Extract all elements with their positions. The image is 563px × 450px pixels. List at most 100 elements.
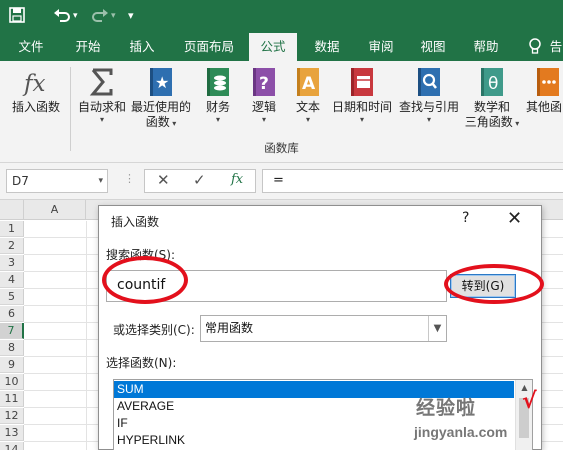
row-header[interactable]: 5 — [0, 289, 24, 305]
category-select[interactable]: 常用函数 ▼ — [200, 315, 447, 342]
dropdown-caret-icon: ▾ — [215, 115, 220, 124]
dialog-title: 插入函数 — [111, 215, 160, 229]
redo-dropdown-icon[interactable]: ▾ — [111, 6, 116, 26]
text-label: 文本 — [295, 100, 320, 114]
row-header[interactable]: 2 — [0, 238, 24, 254]
tab-insert[interactable]: 插入 — [118, 33, 166, 61]
row-header[interactable]: 11 — [0, 391, 24, 407]
row-header[interactable]: 12 — [0, 408, 24, 424]
insert-function-fx-icon[interactable]: fx — [231, 172, 243, 187]
name-box-value: D7 — [12, 174, 29, 188]
date-time-button[interactable]: 日期和时间 ▾ — [328, 67, 396, 125]
tab-review[interactable]: 审阅 — [358, 33, 404, 61]
svg-text:fx: fx — [22, 71, 46, 97]
select-function-label: 选择函数(N): — [106, 356, 177, 370]
column-header-a[interactable]: A — [24, 200, 86, 220]
name-box[interactable]: D7 ▾ — [6, 169, 108, 193]
insert-function-label: 插入函数 — [11, 100, 60, 114]
tab-formulas[interactable]: 公式 — [249, 33, 297, 61]
tab-page-layout[interactable]: 页面布局 — [174, 33, 244, 61]
star-book-icon: ★ — [146, 67, 176, 97]
financial-button[interactable]: 财务 ▾ — [198, 67, 238, 125]
category-value: 常用函数 — [205, 321, 254, 335]
dropdown-caret-icon: ▾ — [305, 115, 310, 124]
logical-button[interactable]: ? 逻辑 ▾ — [244, 67, 284, 125]
go-button[interactable]: 转到(G) — [450, 274, 516, 298]
chevron-down-icon[interactable]: ▼ — [428, 316, 446, 341]
lookup-book-icon — [414, 67, 444, 97]
text-book-icon: A — [293, 67, 323, 97]
category-label: 或选择类别(C): — [113, 323, 195, 337]
row-header[interactable]: 1 — [0, 221, 24, 237]
math-book-icon: θ — [477, 67, 507, 97]
sigma-icon — [87, 67, 117, 97]
logical-label: 逻辑 — [251, 100, 276, 114]
row-header[interactable]: 4 — [0, 272, 24, 288]
redo-icon[interactable] — [90, 6, 110, 29]
recent-functions-button[interactable]: ★ 最近使用的 函数 ▾ — [128, 67, 194, 130]
function-library-group-label: 函数库 — [264, 141, 299, 155]
tab-view[interactable]: 视图 — [410, 33, 456, 61]
row-header[interactable]: 9 — [0, 357, 24, 373]
svg-text:θ: θ — [488, 74, 498, 94]
close-icon[interactable]: ✕ — [507, 208, 522, 229]
formula-input[interactable]: = — [262, 169, 563, 193]
ribbon: fx 插入函数 自动求和 ▾ ★ 最近使用的 函数 ▾ 财务 ▾ ? 逻辑 ▾ … — [0, 61, 563, 163]
undo-dropdown-icon[interactable]: ▾ — [73, 6, 78, 26]
lookup-reference-label: 查找与引用 — [398, 100, 459, 114]
fx-icon: fx — [21, 67, 51, 97]
autosum-label: 自动求和 — [77, 100, 126, 114]
row-header[interactable]: 10 — [0, 374, 24, 390]
watermark-url: jingyanla.com — [414, 424, 508, 440]
recent-functions-label-2: 函数 ▾ — [145, 115, 177, 129]
math-trig-label: 数学和 — [473, 100, 510, 114]
financial-label: 财务 — [205, 100, 230, 114]
dropdown-caret-icon: ▾ — [426, 115, 431, 124]
row-header-selected[interactable]: 7 — [0, 323, 24, 339]
chevron-down-icon[interactable]: ▾ — [98, 170, 103, 192]
svg-text:★: ★ — [155, 73, 169, 92]
search-function-input[interactable]: countif — [106, 270, 447, 302]
lookup-reference-button[interactable]: 查找与引用 ▾ — [396, 67, 462, 125]
svg-text:?: ? — [259, 74, 269, 94]
dropdown-caret-icon: ▾ — [261, 115, 266, 124]
finance-book-icon — [203, 67, 233, 97]
ribbon-tabs: 文件 开始 插入 页面布局 公式 数据 审阅 视图 帮助 告 — [0, 33, 563, 61]
tab-tell-me[interactable]: 告 — [546, 33, 563, 61]
dropdown-caret-icon: ▾ — [99, 115, 104, 124]
insert-function-button[interactable]: fx 插入函数 — [6, 67, 66, 115]
ribbon-separator — [70, 67, 71, 151]
checkmark-icon: √ — [522, 389, 537, 414]
formula-bar: D7 ▾ ⋮ ✕ ✓ fx = — [0, 163, 563, 200]
text-button[interactable]: A 文本 ▾ — [288, 67, 328, 125]
row-header[interactable]: 6 — [0, 306, 24, 322]
formula-buttons: ✕ ✓ fx — [144, 169, 256, 193]
grid-line — [86, 221, 87, 450]
dropdown-caret-icon: ▾ — [359, 115, 364, 124]
row-header[interactable]: 13 — [0, 425, 24, 441]
tab-data[interactable]: 数据 — [304, 33, 350, 61]
undo-icon[interactable] — [52, 6, 72, 29]
grip-icon: ⋮ — [124, 172, 135, 185]
tab-help[interactable]: 帮助 — [463, 33, 509, 61]
help-icon[interactable]: ? — [462, 210, 469, 226]
math-trig-button[interactable]: θ 数学和 三角函数 ▾ — [464, 67, 520, 130]
save-icon[interactable] — [8, 6, 26, 29]
cancel-formula-icon[interactable]: ✕ — [157, 171, 170, 189]
enter-formula-icon[interactable]: ✓ — [193, 171, 206, 189]
autosum-button[interactable]: 自动求和 ▾ — [74, 67, 130, 125]
row-header[interactable]: 3 — [0, 255, 24, 271]
tab-home[interactable]: 开始 — [64, 33, 112, 61]
tab-file[interactable]: 文件 — [8, 33, 54, 61]
row-header[interactable]: 8 — [0, 340, 24, 356]
datetime-book-icon — [347, 67, 377, 97]
title-bar: ▾ ▾ ▾ — [0, 0, 563, 33]
row-header[interactable]: 14 — [0, 442, 24, 450]
more-functions-button[interactable]: 其他函 — [526, 67, 563, 115]
math-trig-label-2: 三角函数 ▾ — [464, 115, 520, 129]
lightbulb-icon[interactable] — [525, 33, 545, 61]
customize-qat-icon[interactable]: ▾ — [128, 6, 134, 26]
select-all-corner[interactable] — [0, 200, 24, 220]
more-functions-label: 其他函 — [526, 100, 563, 114]
svg-text:A: A — [302, 74, 316, 94]
